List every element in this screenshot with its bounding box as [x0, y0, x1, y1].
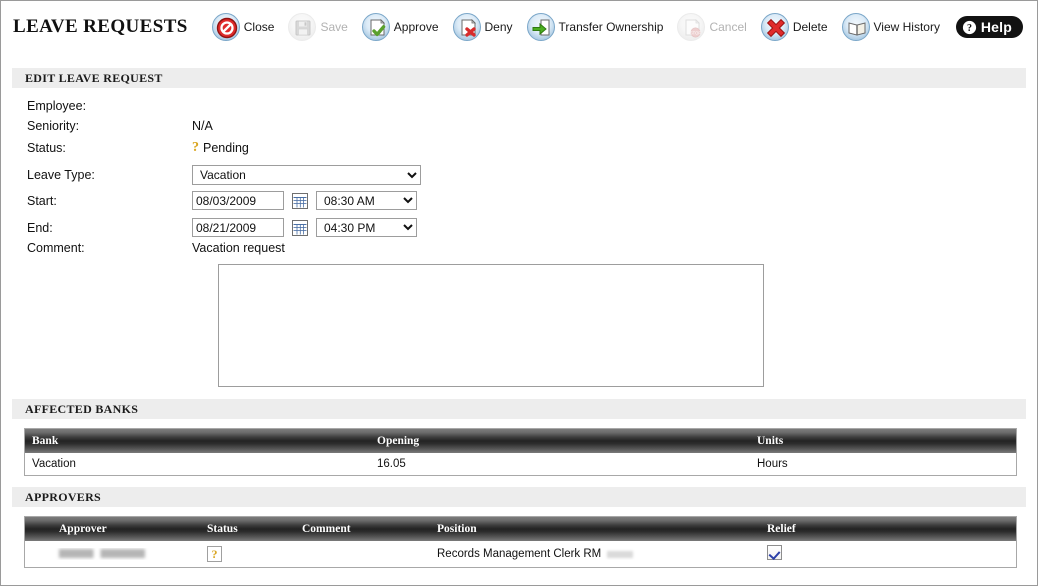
approvers-header-row: Approver Status Comment Position Relief [25, 517, 1016, 541]
start-calendar-icon[interactable] [292, 193, 308, 209]
comment-textarea[interactable] [218, 264, 764, 387]
book-icon [842, 13, 870, 41]
status-label: Status: [27, 141, 192, 155]
approve-button-label: Approve [394, 20, 439, 34]
affected-banks-header-row: Bank Opening Units [25, 429, 1016, 453]
column-header-bank: Bank [25, 435, 370, 447]
help-button-label: Help [981, 19, 1012, 35]
section-header-affected-banks: AFFECTED BANKS [12, 399, 1026, 419]
cell-opening: 16.05 [370, 458, 750, 470]
end-label: End: [27, 221, 192, 235]
toolbar-buttons: Close Save [212, 13, 956, 41]
leave-type-label: Leave Type: [27, 168, 192, 182]
question-mark-circle-icon: ? [962, 20, 977, 35]
transfer-ownership-button-label: Transfer Ownership [559, 20, 664, 34]
transfer-ownership-button[interactable]: Transfer Ownership [527, 13, 664, 41]
position-redacted-suffix [607, 551, 633, 558]
column-header-status: Status [200, 523, 295, 535]
field-status: Status: ? Pending [27, 136, 1037, 159]
approver-name-redacted [59, 549, 145, 558]
relief-checkbox[interactable] [767, 545, 782, 560]
page-x-icon [453, 13, 481, 41]
start-time-select[interactable]: 08:30 AM [316, 191, 417, 210]
cell-position: Records Management Clerk RM [430, 548, 760, 560]
employee-label: Employee: [27, 99, 192, 113]
affected-banks-table: Bank Opening Units Vacation 16.05 Hours [24, 428, 1017, 476]
table-row[interactable]: Vacation 16.05 Hours [25, 453, 1016, 475]
svg-text:STOP: STOP [690, 30, 702, 35]
red-x-icon [761, 13, 789, 41]
column-header-position: Position [430, 523, 760, 535]
toolbar: LEAVE REQUESTS Close [1, 1, 1037, 53]
start-label: Start: [27, 194, 192, 208]
cell-status: ? [200, 546, 295, 562]
save-button-label: Save [320, 20, 347, 34]
deny-button[interactable]: Deny [453, 13, 513, 41]
view-history-button[interactable]: View History [842, 13, 940, 41]
status-value: Pending [203, 141, 249, 155]
position-text: Records Management Clerk RM [437, 548, 601, 560]
help-button[interactable]: ? Help [956, 16, 1023, 38]
approve-button[interactable]: Approve [362, 13, 439, 41]
field-comment: Comment: Vacation request [27, 241, 1037, 261]
end-date-input[interactable] [192, 218, 284, 237]
cell-relief [760, 545, 1016, 563]
cancel-button-label: Cancel [709, 20, 746, 34]
cell-bank: Vacation [25, 458, 370, 470]
column-header-relief: Relief [760, 523, 1016, 535]
no-entry-icon [212, 13, 240, 41]
floppy-disk-icon [288, 13, 316, 41]
column-header-comment: Comment [295, 523, 430, 535]
page-check-icon [362, 13, 390, 41]
table-row[interactable]: ? Records Management Clerk RM [25, 541, 1016, 567]
green-arrow-page-icon [527, 13, 555, 41]
seniority-value: N/A [192, 119, 213, 133]
cancel-button[interactable]: STOP Cancel [677, 13, 746, 41]
page-title: LEAVE REQUESTS [13, 16, 188, 38]
close-button-label: Close [244, 20, 275, 34]
column-header-opening: Opening [370, 435, 750, 447]
start-date-input[interactable] [192, 191, 284, 210]
field-employee: Employee: [27, 96, 1037, 116]
section-header-approvers: APPROVERS [12, 487, 1026, 507]
section-header-edit-leave-request: EDIT LEAVE REQUEST [12, 68, 1026, 88]
cell-approver [25, 548, 200, 560]
page-stop-icon: STOP [677, 13, 705, 41]
end-time-select[interactable]: 04:30 PM [316, 218, 417, 237]
view-history-button-label: View History [874, 20, 940, 34]
column-header-approver: Approver [25, 523, 200, 535]
leave-type-select[interactable]: Vacation [192, 165, 421, 185]
comment-label: Comment: [27, 241, 192, 255]
delete-button-label: Delete [793, 20, 828, 34]
svg-text:?: ? [967, 23, 972, 34]
deny-button-label: Deny [485, 20, 513, 34]
field-start: Start: 08:30 AM [27, 187, 1037, 214]
close-button[interactable]: Close [212, 13, 275, 41]
edit-leave-request-form: Employee: Seniority: N/A Status: ? Pendi… [1, 88, 1037, 392]
leave-request-window: LEAVE REQUESTS Close [0, 0, 1038, 586]
seniority-label: Seniority: [27, 119, 192, 133]
approvers-table: Approver Status Comment Position Relief … [24, 516, 1017, 568]
delete-button[interactable]: Delete [761, 13, 828, 41]
field-seniority: Seniority: N/A [27, 116, 1037, 136]
pending-question-icon: ? [207, 546, 222, 562]
field-leave-type: Leave Type: Vacation [27, 162, 1037, 187]
end-calendar-icon[interactable] [292, 220, 308, 236]
column-header-units: Units [750, 435, 1016, 447]
pending-question-icon: ? [192, 141, 199, 155]
field-end: End: 04:30 PM [27, 214, 1037, 241]
cell-units: Hours [750, 458, 1016, 470]
save-button[interactable]: Save [288, 13, 347, 41]
comment-existing-text: Vacation request [192, 241, 285, 255]
